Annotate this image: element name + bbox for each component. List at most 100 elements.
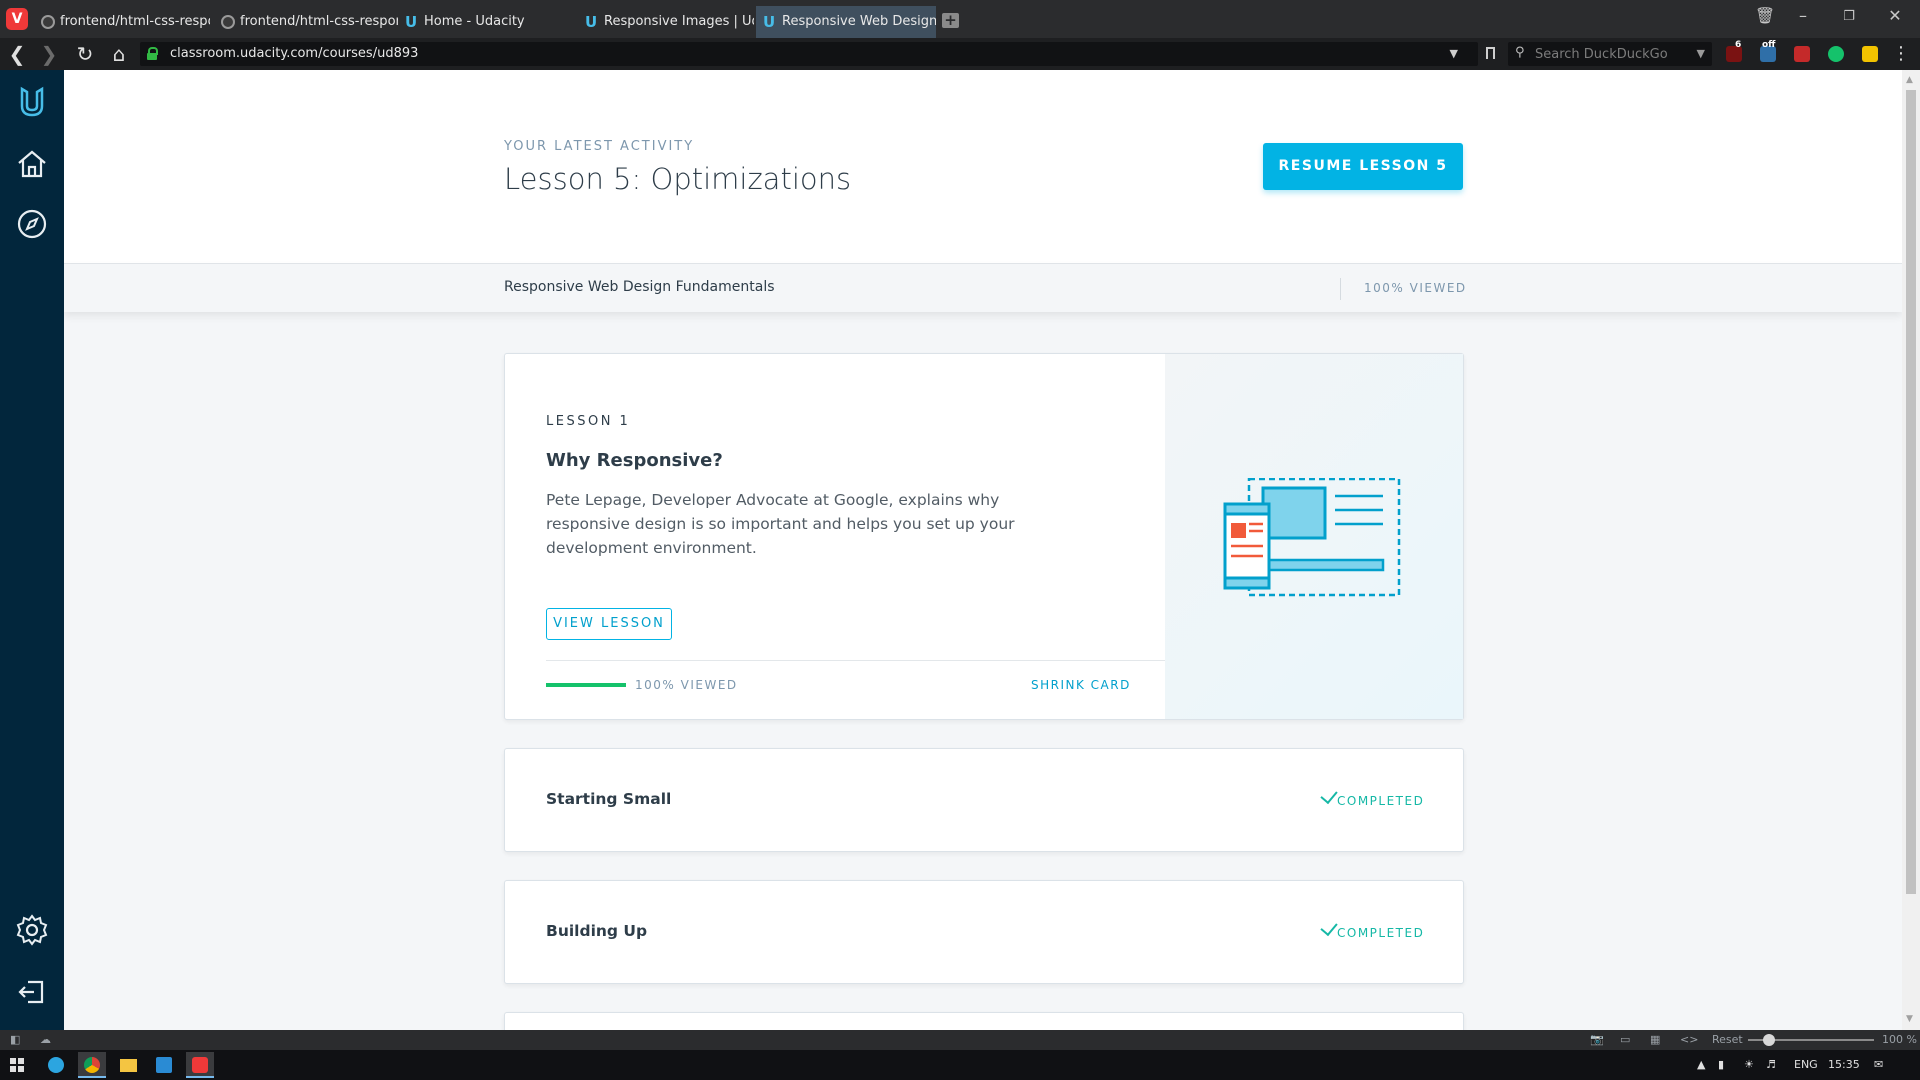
search-icon: ⚲ [1515,45,1525,60]
file-explorer-app[interactable] [114,1052,142,1078]
explore-icon[interactable] [14,206,50,242]
zoom-level: 100 % [1882,1033,1917,1046]
vivaldi-menu-button[interactable]: V [6,8,28,30]
back-button[interactable]: ❮ [4,42,30,66]
view-lesson-button[interactable]: VIEW LESSON [546,608,672,640]
page-viewport: YOUR LATEST ACTIVITY Lesson 5: Optimizat… [64,70,1902,1030]
lesson-card[interactable]: Starting Small COMPLETED [504,748,1464,852]
ublock-icon[interactable]: 6 [1726,40,1742,62]
check-icon [1320,918,1338,937]
chrome-icon [84,1057,100,1073]
tab-responsive-web-design[interactable]: U Responsive Web Design Fun [756,6,936,38]
tab-responsive-images[interactable]: U Responsive Images | Udacity [578,6,754,38]
udacity-icon: U [763,13,776,31]
scroll-down-arrow[interactable]: ▼ [1906,1014,1913,1024]
lastpass-icon[interactable] [1794,46,1810,62]
zoom-slider-knob[interactable] [1763,1034,1775,1046]
battery-icon[interactable]: ▮ [1718,1058,1724,1071]
search-field[interactable]: ⚲ ▼ [1508,42,1712,66]
tab-title: Responsive Web Design Fun [782,14,936,29]
lesson-card[interactable] [504,1012,1464,1030]
bookmark-icon[interactable] [1486,47,1495,59]
scroll-up-arrow[interactable]: ▲ [1906,75,1913,85]
completed-status: COMPLETED [1320,918,1425,940]
volume-icon[interactable]: ♬ [1766,1058,1776,1071]
course-name: Responsive Web Design Fundamentals [504,279,775,295]
home-button[interactable]: ⌂ [106,42,132,66]
wifi-icon[interactable]: ☀ [1744,1058,1754,1071]
lesson-progress-label: 100% VIEWED [635,678,738,692]
github-icon [221,15,235,29]
menu-icon[interactable]: ⋮ [1888,42,1914,66]
page-actions-icon[interactable]: <> [1680,1033,1698,1046]
close-button[interactable]: ✕ [1880,6,1910,25]
search-input[interactable] [1535,42,1685,66]
page-scrollbar[interactable]: ▲ ▼ [1902,70,1920,1030]
telegram-app[interactable] [42,1052,70,1078]
lesson-card-expanded: LESSON 1 Why Responsive? Pete Lepage, De… [504,353,1464,720]
lesson-illustration-panel [1165,354,1463,719]
lesson-title: Starting Small [546,790,672,808]
chevron-down-icon[interactable]: ▼ [1450,42,1458,66]
left-rail [0,70,64,1030]
url-field[interactable]: classroom.udacity.com/courses/ud893 ▼ [140,42,1478,66]
tab-title: Home - Udacity [424,14,525,29]
completed-label: COMPLETED [1337,794,1425,808]
clock[interactable]: 15:35 [1828,1058,1860,1071]
url-text[interactable]: classroom.udacity.com/courses/ud893 [170,42,418,66]
lock-icon [147,47,158,60]
lesson-title: Building Up [546,922,648,940]
keep-icon[interactable] [1862,46,1878,62]
zoom-reset-label[interactable]: Reset [1712,1033,1743,1046]
settings-icon[interactable] [14,912,50,948]
browser-status-bar: ◧ ☁ 📷 ▭ ▦ <> Reset 100 % [0,1030,1920,1050]
tab-github-1[interactable]: frontend/html-css-responsiv [34,6,210,38]
lesson-number: LESSON 1 [546,414,631,429]
udacity-icon: U [585,13,598,31]
extension-off-icon[interactable]: off [1760,40,1776,62]
images-icon[interactable]: ▦ [1650,1033,1660,1046]
panel-toggle-icon[interactable]: ◧ [10,1033,20,1046]
completed-status: COMPLETED [1320,786,1425,808]
tray-chevron-icon[interactable]: ▲ [1697,1058,1705,1071]
github-icon [41,15,55,29]
vscode-app[interactable] [150,1052,178,1078]
resume-lesson-button[interactable]: RESUME LESSON 5 [1263,143,1463,190]
minimize-button[interactable]: – [1788,6,1818,25]
lesson-card[interactable]: Building Up COMPLETED [504,880,1464,984]
restore-button[interactable]: ❐ [1834,9,1864,24]
input-language[interactable]: ENG [1794,1058,1818,1071]
logout-icon[interactable] [14,974,50,1010]
lesson-progress-bar [546,683,626,687]
tiling-icon[interactable]: ▭ [1620,1033,1630,1046]
home-icon[interactable] [14,146,50,182]
udacity-icon: U [405,13,418,31]
new-tab-button[interactable]: + [942,13,959,28]
course-bar: Responsive Web Design Fundamentals 100% … [64,264,1902,312]
scrollbar-thumb[interactable] [1906,90,1916,894]
address-bar-row: ❮ ❯ ↻ ⌂ classroom.udacity.com/courses/ud… [0,38,1920,70]
chevron-down-icon[interactable]: ▼ [1697,42,1705,66]
completed-label: COMPLETED [1337,926,1425,940]
divider [1340,278,1341,300]
vivaldi-app[interactable] [186,1052,214,1078]
vivaldi-icon [192,1057,208,1073]
shrink-card-link[interactable]: SHRINK CARD [1031,678,1131,692]
notifications-icon[interactable]: ✉ [1874,1058,1883,1071]
tab-udacity-home[interactable]: U Home - Udacity [398,6,576,38]
cloud-sync-icon[interactable]: ☁ [40,1033,51,1046]
windows-start-icon[interactable] [10,1058,24,1072]
divider [546,660,1166,661]
tab-bar: V frontend/html-css-responsiv frontend/h… [0,0,1920,38]
capture-icon[interactable]: 📷 [1590,1033,1604,1046]
trash-icon[interactable]: 🗑 [1750,6,1780,25]
forward-button[interactable]: ❯ [36,42,62,66]
reload-button[interactable]: ↻ [72,42,98,66]
grammarly-icon[interactable] [1828,46,1844,62]
tab-github-2[interactable]: frontend/html-css-responsiv [214,6,398,38]
latest-lesson-title: Lesson 5: Optimizations [504,162,852,196]
latest-activity-kicker: YOUR LATEST ACTIVITY [504,139,695,154]
chrome-app[interactable] [78,1052,106,1078]
telegram-icon [48,1057,64,1073]
udacity-logo[interactable] [14,84,50,120]
